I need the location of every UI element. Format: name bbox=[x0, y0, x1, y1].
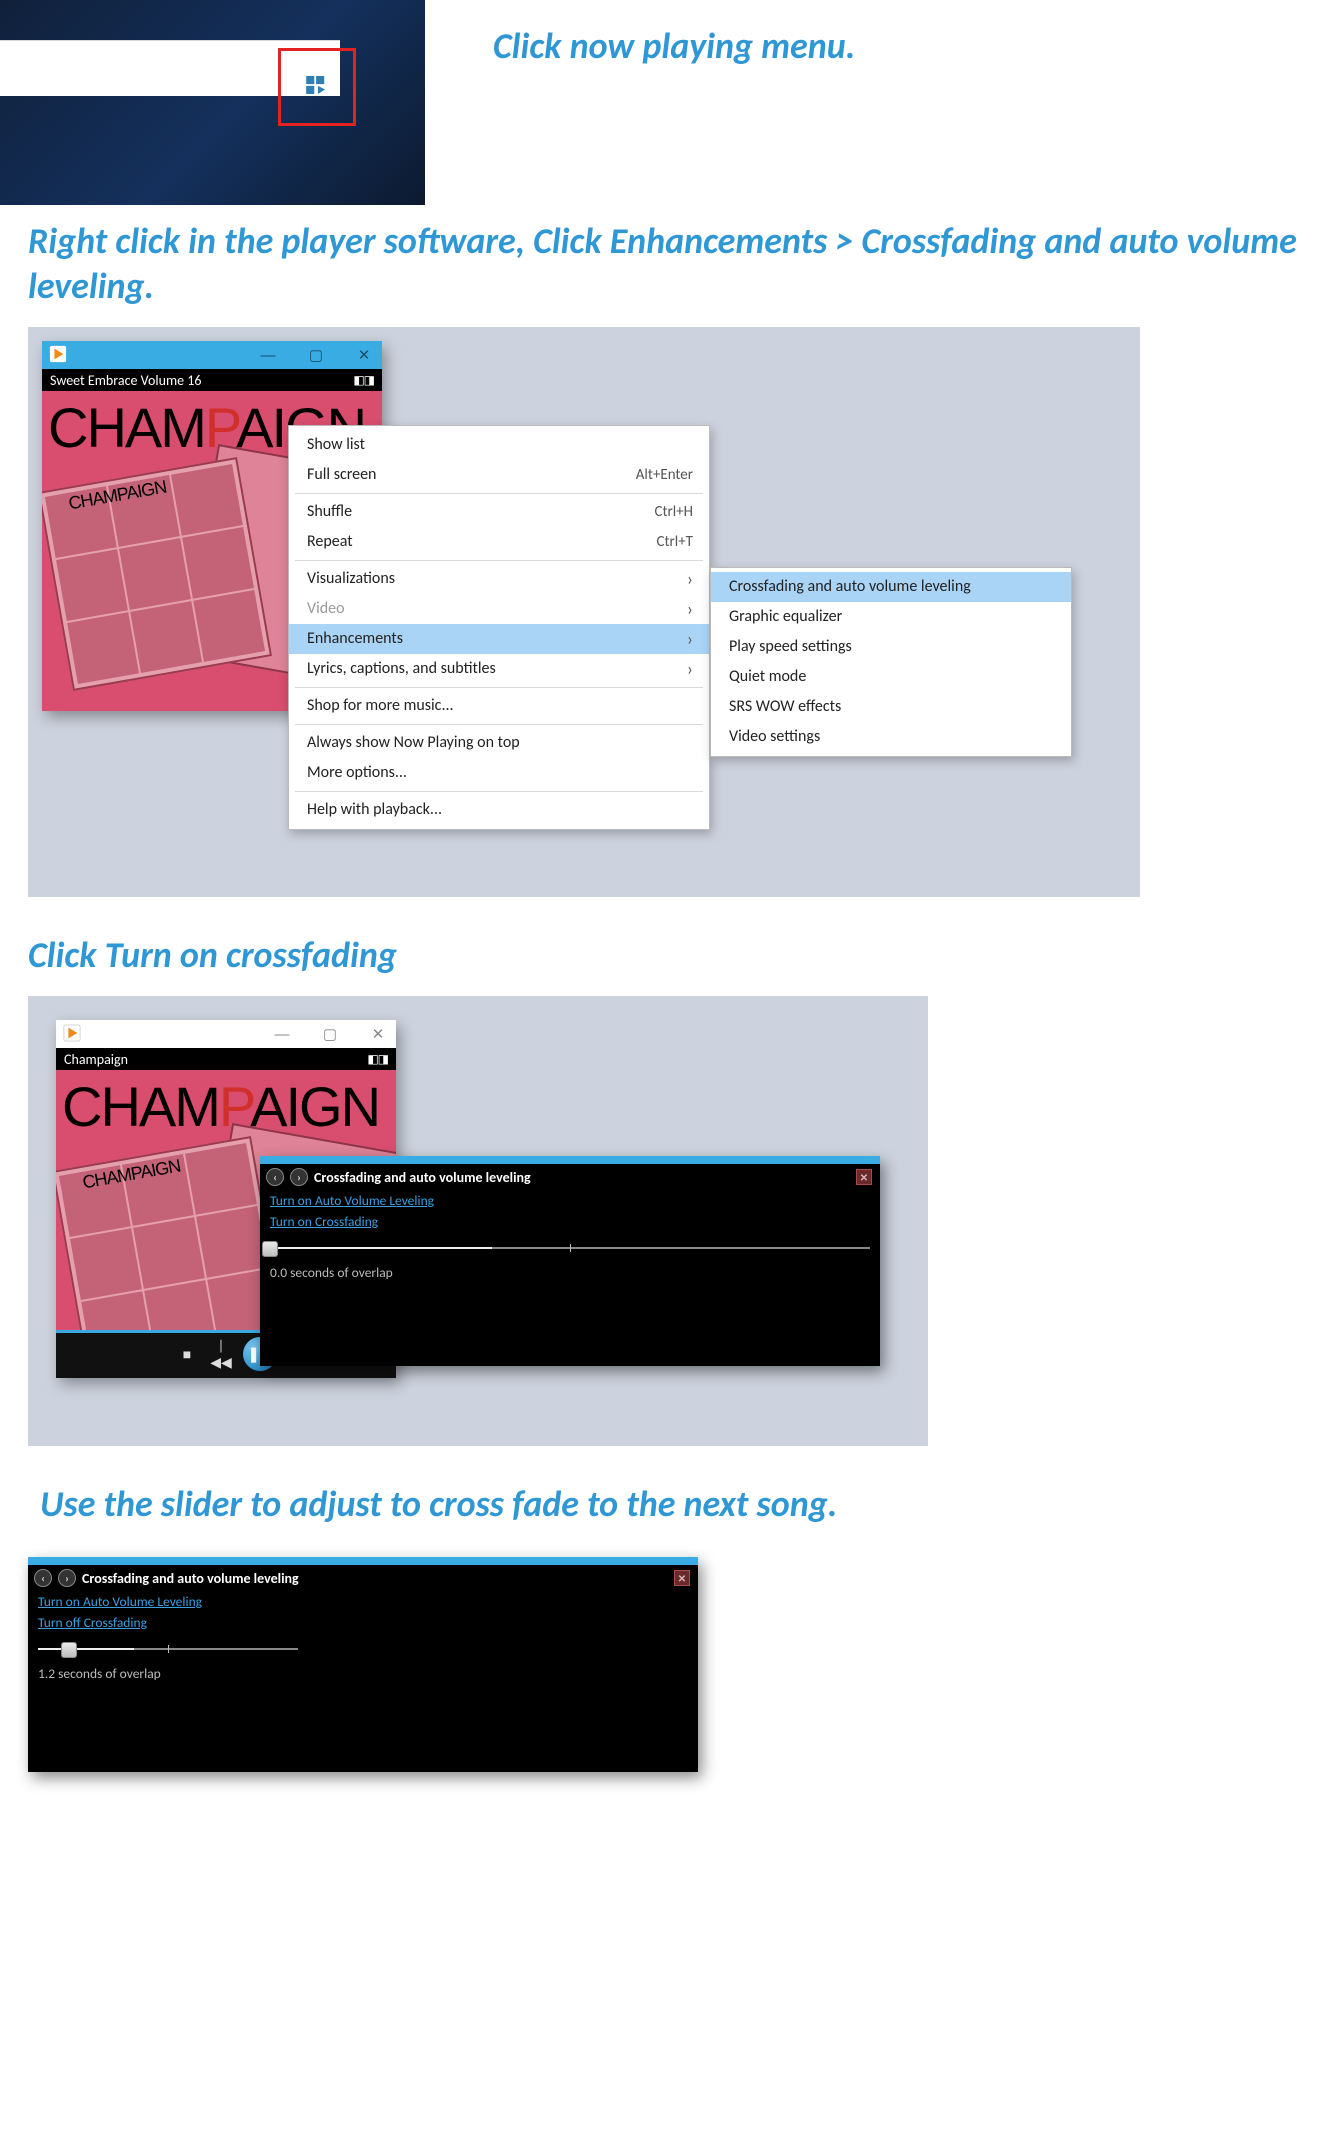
panel-close-icon[interactable]: ✕ bbox=[856, 1169, 872, 1185]
panel-next-icon[interactable]: › bbox=[290, 1168, 308, 1186]
submenu-item-equalizer[interactable]: Graphic equalizer bbox=[711, 602, 1071, 632]
now-playing-icon[interactable] bbox=[306, 76, 328, 99]
panel-titlebar bbox=[260, 1156, 880, 1164]
maximize-button[interactable]: ▢ bbox=[304, 346, 328, 364]
panel-next-icon[interactable]: › bbox=[58, 1569, 76, 1587]
submenu-item-quiet-mode[interactable]: Quiet mode bbox=[711, 662, 1071, 692]
menu-item-visualizations[interactable]: Visualizations bbox=[289, 564, 709, 594]
window-titlebar: — ▢ ✕ bbox=[56, 1020, 396, 1048]
step4-scene: ‹ › Crossfading and auto volume leveling… bbox=[28, 1557, 1302, 1772]
menu-item-always-on-top[interactable]: Always show Now Playing on top bbox=[289, 728, 709, 758]
panel-prev-icon[interactable]: ‹ bbox=[34, 1569, 52, 1587]
panel-title: Crossfading and auto volume leveling bbox=[314, 1169, 531, 1186]
minimize-button[interactable]: — bbox=[256, 347, 280, 364]
submenu-item-video-settings[interactable]: Video settings bbox=[711, 722, 1071, 752]
overlap-readout: 1.2 seconds of overlap bbox=[28, 1661, 698, 1696]
overlap-slider[interactable] bbox=[38, 1641, 298, 1657]
minimize-button[interactable]: — bbox=[270, 1026, 294, 1043]
crossfade-panel-2: ‹ › Crossfading and auto volume leveling… bbox=[28, 1557, 698, 1772]
menu-item-video: Video bbox=[289, 594, 709, 624]
overlap-readout: 0.0 seconds of overlap bbox=[260, 1260, 880, 1295]
now-playing-bar: Sweet Embrace Volume 16 ◧◨ bbox=[42, 369, 382, 391]
menu-item-help[interactable]: Help with playback... bbox=[289, 795, 709, 825]
overlap-slider[interactable] bbox=[270, 1240, 870, 1256]
panel-titlebar bbox=[28, 1557, 698, 1565]
context-menu: Show list Full screenAlt+Enter ShuffleCt… bbox=[288, 425, 710, 830]
step2-instruction: Right click in the player software, Clic… bbox=[28, 219, 1302, 309]
submenu-item-srs-wow[interactable]: SRS WOW effects bbox=[711, 692, 1071, 722]
menu-item-shop[interactable]: Shop for more music... bbox=[289, 691, 709, 721]
turn-on-crossfading-link[interactable]: Turn on Crossfading bbox=[260, 1211, 880, 1232]
panel-header: ‹ › Crossfading and auto volume leveling… bbox=[260, 1164, 880, 1190]
close-button[interactable]: ✕ bbox=[366, 1025, 390, 1043]
stop-button[interactable]: ■ bbox=[175, 1346, 199, 1363]
prev-button[interactable]: |◀◀ bbox=[209, 1337, 233, 1371]
turn-off-crossfading-link[interactable]: Turn off Crossfading bbox=[28, 1612, 698, 1633]
menu-item-show-list[interactable]: Show list bbox=[289, 430, 709, 460]
close-button[interactable]: ✕ bbox=[352, 346, 376, 364]
step1-screenshot bbox=[0, 0, 425, 205]
submenu-item-crossfading[interactable]: Crossfading and auto volume leveling bbox=[711, 572, 1071, 602]
crossfade-panel: ‹ › Crossfading and auto volume leveling… bbox=[260, 1156, 880, 1366]
step3-instruction: Click Turn on crossfading bbox=[28, 933, 1302, 978]
maximize-button[interactable]: ▢ bbox=[318, 1025, 342, 1043]
now-playing-bar: Champaign ◧◨ bbox=[56, 1048, 396, 1070]
panel-title: Crossfading and auto volume leveling bbox=[82, 1570, 299, 1587]
enhancements-submenu: Crossfading and auto volume leveling Gra… bbox=[710, 567, 1072, 757]
switch-view-icon[interactable]: ◧◨ bbox=[367, 1052, 388, 1067]
menu-item-more-options[interactable]: More options... bbox=[289, 758, 709, 788]
menu-item-enhancements[interactable]: Enhancements bbox=[289, 624, 709, 654]
wmp-app-icon bbox=[48, 344, 68, 364]
step1-instruction: Click now playing menu. bbox=[493, 24, 855, 69]
turn-on-auto-volume-link[interactable]: Turn on Auto Volume Leveling bbox=[28, 1591, 698, 1612]
highlight-box bbox=[278, 48, 356, 126]
panel-prev-icon[interactable]: ‹ bbox=[266, 1168, 284, 1186]
turn-on-auto-volume-link[interactable]: Turn on Auto Volume Leveling bbox=[260, 1190, 880, 1211]
window-titlebar: — ▢ ✕ bbox=[42, 341, 382, 369]
menu-item-lyrics[interactable]: Lyrics, captions, and subtitles bbox=[289, 654, 709, 684]
menu-item-shuffle[interactable]: ShuffleCtrl+H bbox=[289, 497, 709, 527]
step1: Click now playing menu. bbox=[0, 0, 1330, 205]
step2-scene: — ▢ ✕ Sweet Embrace Volume 16 ◧◨ CHAMPAI… bbox=[28, 327, 1140, 897]
switch-view-icon[interactable]: ◧◨ bbox=[353, 373, 374, 388]
now-playing-title: Champaign bbox=[64, 1051, 128, 1068]
step3-scene: — ▢ ✕ Champaign ◧◨ CHAMPAIGN CHAMPAIGN ■… bbox=[28, 996, 928, 1446]
submenu-item-play-speed[interactable]: Play speed settings bbox=[711, 632, 1071, 662]
menu-item-repeat[interactable]: RepeatCtrl+T bbox=[289, 527, 709, 557]
now-playing-title: Sweet Embrace Volume 16 bbox=[50, 372, 201, 389]
wmp-app-icon bbox=[62, 1023, 82, 1043]
panel-close-icon[interactable]: ✕ bbox=[674, 1570, 690, 1586]
panel-header: ‹ › Crossfading and auto volume leveling… bbox=[28, 1565, 698, 1591]
menu-item-full-screen[interactable]: Full screenAlt+Enter bbox=[289, 460, 709, 490]
step4-instruction: Use the slider to adjust to cross fade t… bbox=[40, 1482, 1302, 1527]
